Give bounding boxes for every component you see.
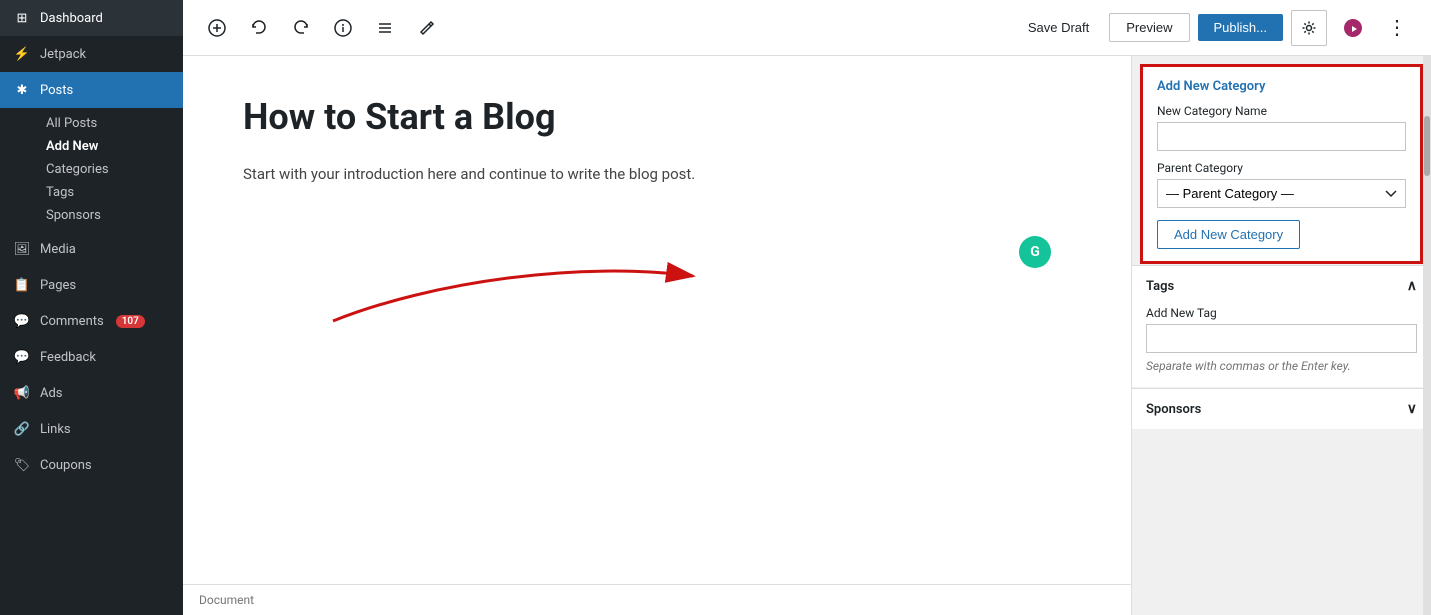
sidebar-item-feedback[interactable]: 💬 Feedback — [0, 339, 183, 375]
sidebar-item-posts[interactable]: ✱ Posts — [0, 72, 183, 108]
comments-badge: 107 — [116, 315, 145, 328]
sponsors-title: Sponsors — [1146, 402, 1201, 417]
sidebar-item-label: Links — [40, 422, 71, 437]
document-footer: Document — [183, 584, 1131, 615]
sidebar-item-coupons[interactable]: 🏷 Coupons — [0, 447, 183, 483]
sidebar-sub-tags[interactable]: Tags — [38, 181, 183, 204]
new-category-name-label: New Category Name — [1157, 104, 1406, 118]
parent-category-label: Parent Category — [1157, 161, 1406, 175]
toolbar: Save Draft Preview Publish... ⋮ — [183, 0, 1431, 56]
media-icon: 🖼 — [12, 239, 32, 259]
editor-area[interactable]: How to Start a Blog Start with your intr… — [183, 56, 1131, 615]
gear-icon — [1301, 20, 1317, 36]
jetpack-icon: ⚡ — [12, 44, 32, 64]
links-icon: 🔗 — [12, 419, 32, 439]
sidebar-item-label: Ads — [40, 386, 63, 401]
sidebar-item-ads[interactable]: 📢 Ads — [0, 375, 183, 411]
sidebar-item-label: Comments — [40, 314, 104, 329]
edit-icon — [418, 19, 436, 37]
add-block-button[interactable] — [199, 10, 235, 46]
tags-hint: Separate with commas or the Enter key. — [1146, 359, 1417, 373]
footer-label: Document — [199, 593, 254, 607]
sidebar-item-jetpack[interactable]: ⚡ Jetpack — [0, 36, 183, 72]
sidebar-item-dashboard[interactable]: ⊞ Dashboard — [0, 0, 183, 36]
more-options-button[interactable]: ⋮ — [1379, 10, 1415, 46]
sidebar-sub-all-posts[interactable]: All Posts — [38, 112, 183, 135]
content-area: How to Start a Blog Start with your intr… — [183, 56, 1431, 615]
sidebar: ⊞ Dashboard ⚡ Jetpack ✱ Posts All Posts … — [0, 0, 183, 615]
sidebar-item-pages[interactable]: 📋 Pages — [0, 267, 183, 303]
add-new-tag-input[interactable] — [1146, 324, 1417, 353]
post-title[interactable]: How to Start a Blog — [243, 96, 1071, 138]
sidebar-item-comments[interactable]: 💬 Comments 107 — [0, 303, 183, 339]
post-body[interactable]: Start with your introduction here and co… — [243, 162, 1071, 186]
tags-section-body: Add New Tag Separate with commas or the … — [1132, 306, 1431, 387]
redo-icon — [292, 19, 310, 37]
sidebar-item-label: Dashboard — [40, 11, 103, 26]
sidebar-item-label: Posts — [40, 83, 73, 98]
toolbar-left — [199, 10, 1012, 46]
preview-button[interactable]: Preview — [1109, 13, 1189, 42]
scrollbar-track[interactable] — [1423, 56, 1431, 615]
grammarly-button[interactable]: G — [1019, 236, 1051, 268]
sidebar-item-label: Media — [40, 242, 76, 257]
new-category-name-input[interactable] — [1157, 122, 1406, 151]
sidebar-sub-add-new[interactable]: Add New — [38, 135, 183, 158]
save-draft-button[interactable]: Save Draft — [1016, 14, 1101, 41]
toolbar-right: Save Draft Preview Publish... ⋮ — [1016, 10, 1415, 46]
tags-section-header[interactable]: Tags ∧ — [1132, 266, 1431, 306]
publish-button[interactable]: Publish... — [1198, 14, 1283, 41]
sidebar-item-label: Pages — [40, 278, 76, 293]
main-area: Save Draft Preview Publish... ⋮ How to S… — [183, 0, 1431, 615]
coupons-icon: 🏷 — [12, 455, 32, 475]
undo-button[interactable] — [241, 10, 277, 46]
settings-button[interactable] — [1291, 10, 1327, 46]
list-view-button[interactable] — [367, 10, 403, 46]
sidebar-item-media[interactable]: 🖼 Media — [0, 231, 183, 267]
edit-button[interactable] — [409, 10, 445, 46]
tags-collapse-icon: ∧ — [1407, 278, 1417, 294]
tags-title: Tags — [1146, 279, 1174, 294]
category-panel: Add New Category New Category Name Paren… — [1140, 64, 1423, 264]
yoast-button[interactable] — [1335, 10, 1371, 46]
add-icon — [208, 19, 226, 37]
sidebar-item-links[interactable]: 🔗 Links — [0, 411, 183, 447]
posts-submenu: All Posts Add New Categories Tags Sponso… — [0, 108, 183, 231]
sponsors-collapse-icon: ∨ — [1407, 401, 1417, 417]
tags-section: Tags ∧ Add New Tag Separate with commas … — [1132, 265, 1431, 387]
ads-icon: 📢 — [12, 383, 32, 403]
info-button[interactable] — [325, 10, 361, 46]
sponsors-section-header[interactable]: Sponsors ∨ — [1132, 389, 1431, 429]
pages-icon: 📋 — [12, 275, 32, 295]
scrollbar-thumb[interactable] — [1424, 116, 1430, 176]
posts-icon: ✱ — [12, 80, 32, 100]
sidebar-item-label: Jetpack — [40, 47, 86, 62]
annotation-arrow — [183, 221, 733, 341]
undo-icon — [250, 19, 268, 37]
right-panel: Add New Category New Category Name Paren… — [1131, 56, 1431, 615]
sponsors-section: Sponsors ∨ — [1132, 388, 1431, 429]
comments-icon: 💬 — [12, 311, 32, 331]
add-new-category-link[interactable]: Add New Category — [1157, 79, 1406, 94]
redo-button[interactable] — [283, 10, 319, 46]
feedback-icon: 💬 — [12, 347, 32, 367]
sidebar-item-label: Coupons — [40, 458, 92, 473]
add-new-category-button[interactable]: Add New Category — [1157, 220, 1300, 249]
list-icon — [376, 19, 394, 37]
sidebar-sub-sponsors[interactable]: Sponsors — [38, 204, 183, 227]
sidebar-sub-categories[interactable]: Categories — [38, 158, 183, 181]
yoast-icon — [1342, 17, 1364, 39]
parent-category-select[interactable]: — Parent Category — — [1157, 179, 1406, 208]
dashboard-icon: ⊞ — [12, 8, 32, 28]
add-new-tag-label: Add New Tag — [1146, 306, 1417, 320]
sidebar-item-label: Feedback — [40, 350, 96, 365]
info-icon — [334, 19, 352, 37]
